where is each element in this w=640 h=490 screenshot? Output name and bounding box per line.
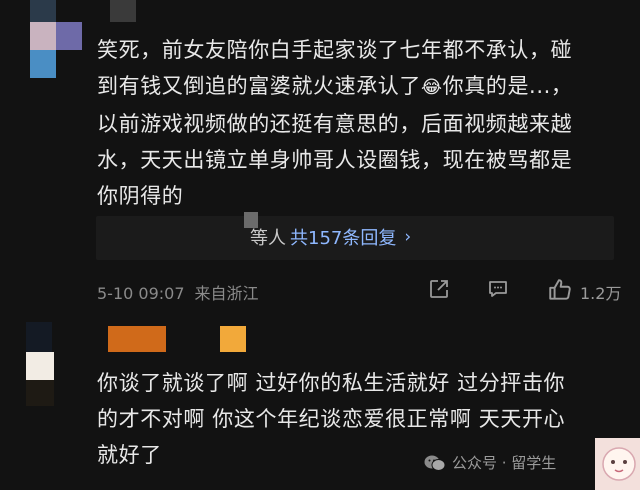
watermark: 公众号 · 留学生 (424, 452, 556, 473)
view-replies-link[interactable]: 等人 共157条回复 › (250, 224, 411, 250)
replies-prefix: 等人 (250, 228, 286, 249)
watermark-text: 公众号 · 留学生 (452, 454, 557, 472)
comment-date: 5-10 09:07 (97, 284, 185, 303)
share-icon[interactable] (427, 277, 451, 301)
username-mosaic-2 (220, 326, 246, 352)
comment-location: 来自浙江 (194, 284, 259, 303)
comment-meta: 5-10 09:07 来自浙江 (97, 280, 259, 304)
like-icon[interactable] (547, 277, 573, 303)
like-count: 1.2万 (580, 284, 622, 303)
comment-icon[interactable] (486, 277, 510, 301)
chevron-right-icon: › (404, 227, 412, 247)
reply-count: 共157条回复 (290, 228, 397, 249)
cartoon-sticker-icon (595, 438, 640, 490)
wechat-official-icon (424, 455, 446, 471)
username-mosaic[interactable] (108, 326, 166, 352)
laughing-crying-emoji-icon: 😂 (421, 77, 443, 98)
comment-1-text: 笑死，前女友陪你白手起家谈了七年都不承认，碰 到有钱又倒追的富婆就火速承认了😂你… (97, 38, 573, 208)
